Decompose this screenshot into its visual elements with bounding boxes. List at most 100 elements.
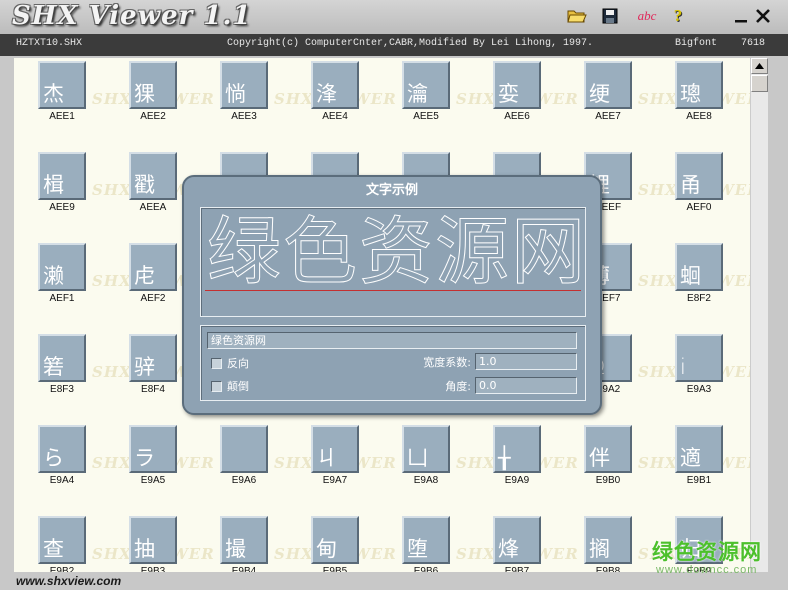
open-button[interactable] — [566, 6, 588, 26]
glyph-tile[interactable]: 绠 — [584, 61, 632, 109]
glyph-tile[interactable]: 骍 — [129, 334, 177, 382]
copyright-text: Copyright(c) ComputerCnter,CABR,Modified… — [227, 38, 594, 49]
glyph-tile[interactable]: 抽 — [129, 516, 177, 564]
vertical-scrollbar[interactable] — [750, 58, 768, 572]
glyph-cell[interactable]: 抽 E9B3 — [105, 513, 189, 572]
glyph-cell[interactable]: ⅰ E9A3 — [651, 331, 735, 401]
glyph-character: ╁ — [498, 446, 511, 470]
glyph-cell[interactable]: 杰 AEE1 — [14, 58, 98, 128]
glyph-character: 抽 — [134, 537, 155, 561]
glyph-cell[interactable]: 惝 AEE3 — [196, 58, 280, 128]
glyph-tile[interactable]: 凵 — [402, 425, 450, 473]
help-icon: ? — [673, 6, 683, 25]
glyph-tile[interactable]: 猓 — [129, 61, 177, 109]
glyph-cell[interactable]: 戳 AEEA — [105, 149, 189, 219]
glyph-cell[interactable]: ラ E9A5 — [105, 422, 189, 492]
glyph-tile[interactable]: 撮 — [220, 516, 268, 564]
glyph-cell[interactable]: 浲 AEE4 — [287, 58, 371, 128]
glyph-cell[interactable]: 查 E9B2 — [14, 513, 98, 572]
glyph-tile[interactable]: ラ — [129, 425, 177, 473]
glyph-cell[interactable]: 瀹 AEE5 — [378, 58, 462, 128]
glyph-tile[interactable]: 烽 — [493, 516, 541, 564]
glyph-tile[interactable]: 搁 — [584, 516, 632, 564]
glyph-character: 瀹 — [407, 82, 428, 106]
save-button[interactable] — [600, 6, 620, 26]
scroll-thumb[interactable] — [751, 75, 768, 92]
glyph-character: 浲 — [316, 82, 337, 106]
glyph-character: 蛔 — [680, 264, 701, 288]
glyph-tile[interactable]: 蛔 — [675, 243, 723, 291]
glyph-cell[interactable]: 烽 E9B7 — [469, 513, 553, 572]
glyph-tile[interactable]: 璁 — [675, 61, 723, 109]
glyph-tile[interactable]: 虍 — [129, 243, 177, 291]
glyph-cell[interactable]: 蛔 E8F2 — [651, 240, 735, 310]
glyph-tile[interactable]: 戳 — [129, 152, 177, 200]
angle-label: 角度: — [445, 380, 471, 393]
minimize-button[interactable] — [732, 6, 750, 26]
invert-checkbox[interactable]: 颠倒 — [211, 378, 249, 394]
glyph-cell[interactable]: 虍 AEF2 — [105, 240, 189, 310]
glyph-cell[interactable]: 適 E9B1 — [651, 422, 735, 492]
glyph-tile[interactable]: 適 — [675, 425, 723, 473]
glyph-tile[interactable]: 楫 — [38, 152, 86, 200]
reverse-checkbox[interactable]: 反向 — [211, 355, 249, 371]
glyph-tile[interactable]: 娈 — [493, 61, 541, 109]
glyph-code: E9A9 — [504, 475, 530, 486]
glyph-character: 撮 — [225, 537, 246, 561]
preview-baseline — [205, 290, 581, 291]
help-button[interactable]: ? — [668, 6, 688, 26]
glyph-cell[interactable]: 甸 E9B5 — [287, 513, 371, 572]
glyph-cell[interactable]: 撮 E9B4 — [196, 513, 280, 572]
glyph-tile[interactable]: 甸 — [311, 516, 359, 564]
glyph-cell[interactable]: 濑 AEF1 — [14, 240, 98, 310]
glyph-tile[interactable]: ╁ — [493, 425, 541, 473]
glyph-cell[interactable]: ら E9A4 — [14, 422, 98, 492]
glyph-tile[interactable] — [220, 425, 268, 473]
glyph-cell[interactable]: 堕 E9B6 — [378, 513, 462, 572]
text-sample-button[interactable]: abc — [632, 6, 662, 26]
glyph-tile[interactable]: 甬 — [675, 152, 723, 200]
glyph-character: 惝 — [225, 82, 246, 106]
glyph-cell[interactable]: 搁 E9B8 — [560, 513, 644, 572]
glyph-cell[interactable]: E9A6 — [196, 422, 280, 492]
info-bar: HZTXT10.SHX Copyright(c) ComputerCnter,C… — [0, 34, 788, 56]
glyph-tile[interactable]: 杰 — [38, 61, 86, 109]
glyph-tile[interactable]: 瀹 — [402, 61, 450, 109]
app-title: SHX Viewer 1.1 — [12, 1, 252, 31]
glyph-cell[interactable]: ╁ E9A9 — [469, 422, 553, 492]
scroll-up-button[interactable] — [751, 58, 768, 74]
width-factor-input[interactable]: 1.0 — [475, 353, 577, 370]
angle-input[interactable]: 0.0 — [475, 377, 577, 394]
glyph-cell[interactable]: 绠 AEE7 — [560, 58, 644, 128]
glyph-cell[interactable]: 甬 AEF0 — [651, 149, 735, 219]
glyph-code: E9A4 — [49, 475, 75, 486]
glyph-tile[interactable]: 濑 — [38, 243, 86, 291]
glyph-cell[interactable]: 娈 AEE6 — [469, 58, 553, 128]
glyph-tile[interactable]: 箬 — [38, 334, 86, 382]
glyph-cell[interactable]: ㄐ E9A7 — [287, 422, 371, 492]
glyph-character: 搁 — [589, 537, 610, 561]
close-button[interactable] — [753, 6, 773, 26]
glyph-character: 绠 — [589, 82, 610, 106]
close-icon — [756, 9, 770, 23]
glyph-tile[interactable]: 查 — [38, 516, 86, 564]
glyph-code: AEF0 — [686, 202, 712, 213]
glyph-cell[interactable]: 璁 AEE8 — [651, 58, 735, 128]
glyph-tile[interactable]: ⅰ — [675, 334, 723, 382]
sample-text-input[interactable]: 绿色资源网 — [207, 332, 577, 349]
glyph-tile[interactable]: 伴 — [584, 425, 632, 473]
glyph-cell[interactable]: 楫 AEE9 — [14, 149, 98, 219]
glyph-cell[interactable]: 猓 AEE2 — [105, 58, 189, 128]
glyph-tile[interactable]: ㄐ — [311, 425, 359, 473]
glyph-cell[interactable]: 箬 E8F3 — [14, 331, 98, 401]
glyph-tile[interactable]: 浲 — [311, 61, 359, 109]
glyph-cell[interactable]: 凵 E9A8 — [378, 422, 462, 492]
glyph-tile[interactable]: 惝 — [220, 61, 268, 109]
glyph-tile[interactable]: ら — [38, 425, 86, 473]
glyph-tile[interactable]: 堕 — [402, 516, 450, 564]
invert-checkbox-box[interactable] — [211, 380, 222, 392]
glyph-cell[interactable]: 骍 E8F4 — [105, 331, 189, 401]
reverse-checkbox-box[interactable] — [211, 357, 222, 369]
glyph-cell[interactable]: 伴 E9B0 — [560, 422, 644, 492]
website-link[interactable]: www.shxview.com — [16, 574, 121, 588]
